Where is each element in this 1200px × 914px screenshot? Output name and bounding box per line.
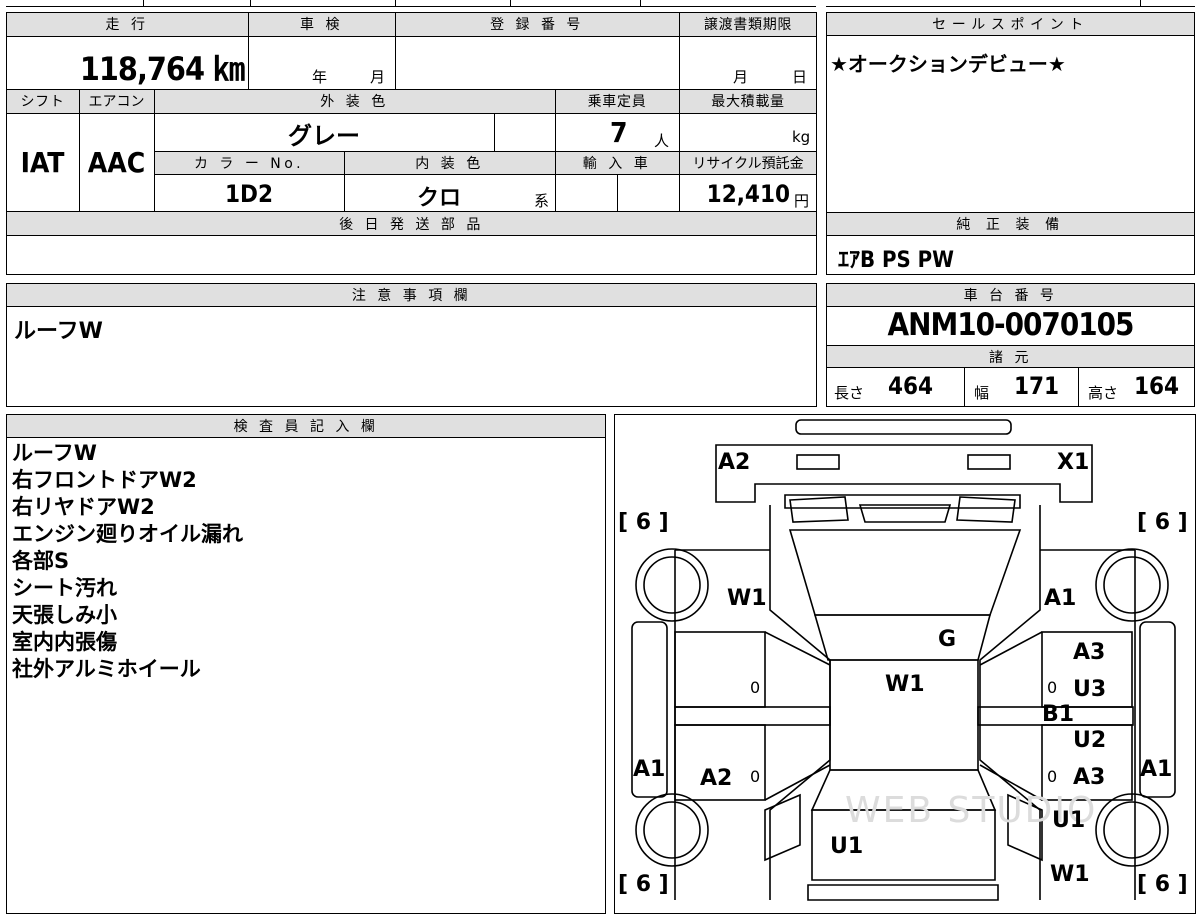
color-no-label: カ ラ ー No. [193, 156, 305, 172]
equipment-text: ｴｱB PS PW [838, 248, 954, 273]
max-load-unit: kg [792, 128, 811, 146]
zero-mark: 0 [750, 767, 761, 786]
shift-label: シフト [20, 94, 65, 110]
interior-color-label: 内 装 色 [415, 156, 484, 172]
notes-text: ルーフW [14, 319, 103, 344]
capacity-label: 乗車定員 [587, 94, 647, 110]
tire-rear-left: [ 6 ] [618, 872, 669, 897]
damage-mark: A1 [633, 757, 666, 782]
capacity-unit: 人 [654, 132, 670, 150]
tire-rear-right: [ 6 ] [1137, 872, 1188, 897]
recycle-fee-unit: 円 [794, 192, 810, 210]
damage-mark: B1 [1042, 702, 1075, 727]
inspector-label: 検 査 員 記 入 欄 [233, 419, 379, 435]
interior-color-value: クロ [416, 186, 461, 211]
import-label: 輸 入 車 [582, 156, 652, 172]
damage-mark: A2 [718, 450, 751, 475]
damage-mark: W1 [1050, 862, 1090, 887]
zero-mark: 0 [750, 678, 761, 697]
recycle-fee-value: 12,410 [706, 180, 790, 208]
chassis-label: 車 台 番 号 [963, 288, 1058, 304]
damage-mark: X1 [1057, 450, 1090, 475]
damage-mark: A1 [1140, 757, 1173, 782]
specs-label: 諸 元 [989, 350, 1032, 366]
inspector-line: エンジン廻りオイル漏れ [12, 522, 243, 546]
selling-points-box [826, 12, 1195, 213]
damage-mark: U1 [830, 834, 864, 859]
length-label: 長さ [834, 384, 865, 402]
inspection-month-unit: 月 [370, 68, 386, 86]
damage-mark: A3 [1073, 640, 1106, 665]
registration-label: 登 録 番 号 [490, 17, 584, 33]
tire-front-right: [ 6 ] [1137, 510, 1188, 535]
damage-mark: G [938, 627, 957, 652]
chassis-number: ANM10-0070105 [887, 307, 1135, 343]
tire-front-left: [ 6 ] [618, 510, 669, 535]
selling-points-label: セールスポイント [932, 17, 1089, 33]
inspector-line: ルーフW [12, 441, 97, 465]
equipment-label: 純 正 装 備 [956, 217, 1065, 233]
damage-mark: W1 [885, 672, 925, 697]
length-value: 464 [888, 372, 934, 400]
max-load-label: 最大積載量 [711, 94, 785, 110]
inspector-line: 天張しみ小 [12, 603, 117, 627]
color-no-value: 1D2 [225, 180, 273, 208]
inspector-line: シート汚れ [12, 576, 117, 600]
shift-value: IAT [20, 146, 65, 179]
mileage-label: 走 行 [105, 17, 149, 33]
zero-mark: 0 [1047, 767, 1058, 786]
inspector-line: 社外アルミホイール [12, 657, 201, 681]
inspection-year-unit: 年 [312, 68, 328, 86]
width-value: 171 [1014, 372, 1060, 400]
inspector-line: 右フロントドアW2 [12, 468, 197, 492]
damage-mark: U2 [1073, 728, 1107, 753]
exterior-color-label: 外 装 色 [320, 94, 389, 110]
damage-mark: A1 [1044, 586, 1077, 611]
width-label: 幅 [974, 384, 990, 402]
damage-mark: U3 [1073, 677, 1107, 702]
interior-color-suffix: 系 [534, 192, 550, 210]
later-parts-label: 後 日 発 送 部 品 [339, 217, 484, 233]
transfer-day-unit: 日 [792, 68, 808, 86]
damage-mark: U1 [1052, 808, 1086, 833]
height-value: 164 [1134, 372, 1180, 400]
inspection-label: 車 検 [300, 17, 343, 33]
aircon-value: AAC [87, 146, 146, 179]
damage-mark: W1 [727, 586, 767, 611]
transfer-month-unit: 月 [733, 68, 749, 86]
zero-mark: 0 [1047, 678, 1058, 697]
capacity-value: 7 [610, 116, 628, 149]
inspector-list: ルーフW 右フロントドアW2 右リヤドアW2 エンジン廻りオイル漏れ 各部S シ… [12, 440, 243, 683]
recycle-label: リサイクル預託金 [692, 156, 804, 172]
exterior-color-value: グレー [288, 122, 360, 150]
height-label: 高さ [1088, 384, 1119, 402]
damage-mark: A2 [700, 766, 733, 791]
inspector-line: 各部S [12, 549, 70, 573]
transfer-deadline-label: 譲渡書類期限 [703, 17, 793, 33]
damage-mark: A3 [1073, 765, 1106, 790]
mileage-value: 118,764 ㎞ [79, 50, 245, 88]
aircon-label: エアコン [88, 94, 145, 110]
inspector-line: 右リヤドアW2 [12, 495, 155, 519]
notes-label: 注 意 事 項 欄 [351, 288, 472, 304]
selling-points-text: ★オークションデビュー★ [830, 52, 1066, 76]
inspector-line: 室内内張傷 [12, 630, 117, 654]
